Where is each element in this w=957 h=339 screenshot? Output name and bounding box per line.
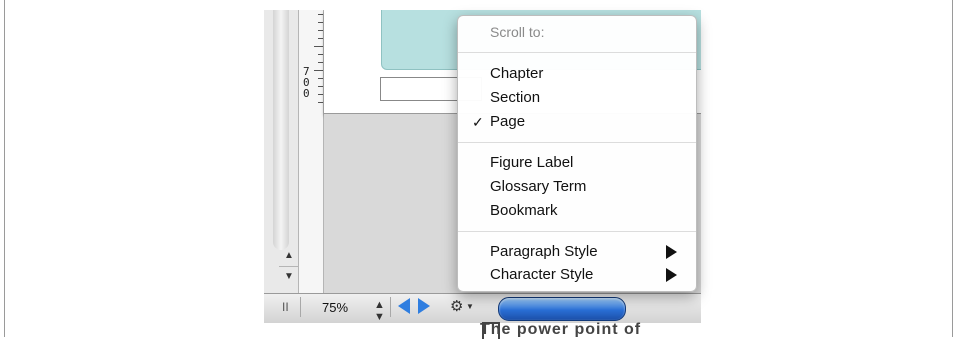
status-bar: II 75% ▲ ▼ ⚙ ▼ <box>264 293 701 323</box>
scroll-down-arrow-icon[interactable]: ▼ <box>279 266 299 287</box>
menu-item-section[interactable]: Section <box>490 88 540 108</box>
menu-separator <box>458 52 696 53</box>
window-left-edge <box>4 0 5 337</box>
previous-page-icon[interactable] <box>398 298 410 314</box>
menu-item-bookmark[interactable]: Bookmark <box>490 201 558 221</box>
menu-item-glossary-term[interactable]: Glossary Term <box>490 177 586 197</box>
menu-separator <box>458 231 696 232</box>
background-text: The power point of <box>480 321 642 337</box>
next-page-icon[interactable] <box>418 298 430 314</box>
gear-icon[interactable]: ⚙ <box>450 297 463 315</box>
vertical-scrollbar[interactable]: ▲ ▼ <box>264 10 299 293</box>
ruler-digit: 0 <box>303 87 310 100</box>
submenu-arrow-icon <box>666 268 677 282</box>
zoom-level[interactable]: 75% <box>322 300 348 315</box>
menu-item-paragraph-style[interactable]: Paragraph Style <box>490 242 598 262</box>
pause-icon[interactable]: II <box>282 300 289 314</box>
menu-header: Scroll to: <box>490 24 545 40</box>
scroll-to-menu: Scroll to: Chapter Section ✓ Page Figure… <box>457 15 697 292</box>
up-down-arrows-icon[interactable]: ▲ ▼ <box>374 299 385 323</box>
submenu-arrow-icon <box>666 245 677 259</box>
menu-item-character-style[interactable]: Character Style <box>490 265 593 285</box>
menu-item-page[interactable]: Page <box>490 112 525 132</box>
vertical-ruler: 7 0 0 <box>299 10 324 293</box>
menu-separator <box>458 142 696 143</box>
scrollbar-thumb[interactable] <box>273 10 289 250</box>
page-number-field[interactable] <box>498 297 626 321</box>
menu-item-figure-label[interactable]: Figure Label <box>490 153 573 173</box>
menu-item-chapter[interactable]: Chapter <box>490 64 543 84</box>
chevron-down-icon[interactable]: ▼ <box>466 302 474 311</box>
checkmark-icon: ✓ <box>472 114 484 130</box>
scroll-up-arrow-icon[interactable]: ▲ <box>279 246 299 266</box>
window-right-edge <box>952 0 953 337</box>
